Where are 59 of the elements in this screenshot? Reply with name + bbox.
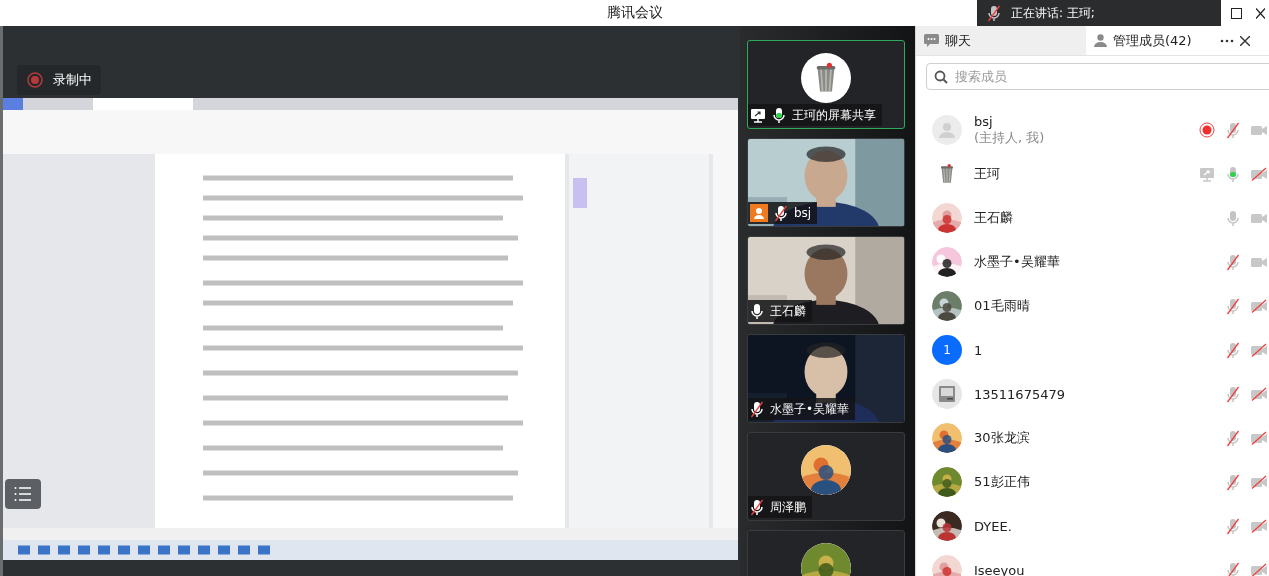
recording-label: 录制中 <box>53 71 92 89</box>
member-row[interactable]: 王珂 <box>916 152 1269 196</box>
member-row[interactable]: 13511675479 <box>916 372 1269 416</box>
maximize-icon[interactable] <box>1231 7 1242 19</box>
search-field[interactable]: 搜索成员 <box>926 63 1269 90</box>
camera-icon[interactable] <box>1250 563 1268 576</box>
video-tile[interactable]: 王石麟 <box>747 236 905 325</box>
avatar: 1 <box>932 335 962 365</box>
member-name: bsj <box>974 113 994 129</box>
member-name: 1 <box>974 342 984 358</box>
participant-name: 王珂的屏幕共享 <box>792 106 876 124</box>
microphone-icon[interactable] <box>750 498 764 516</box>
microphone-icon[interactable] <box>774 204 788 222</box>
member-name: DYEE. <box>974 518 1013 534</box>
member-name: 51彭正伟 <box>974 473 1031 491</box>
menu-icon <box>14 487 32 501</box>
camera-icon[interactable] <box>1250 519 1268 533</box>
member-row[interactable]: DYEE. <box>916 504 1269 548</box>
participant-name: bsj <box>794 206 812 220</box>
participant-name: 王石麟 <box>770 302 806 320</box>
camera-icon[interactable] <box>1250 475 1268 489</box>
camera-icon[interactable] <box>1250 431 1268 445</box>
participant-name: 水墨子•吴耀華 <box>770 400 850 418</box>
menu-button[interactable] <box>5 479 41 509</box>
camera-icon[interactable] <box>1250 167 1268 181</box>
chat-icon <box>924 34 939 47</box>
camera-icon[interactable] <box>1250 343 1268 357</box>
member-name: 王石麟 <box>974 209 1014 227</box>
camera-icon[interactable] <box>1250 299 1268 313</box>
member-name: 01毛雨晴 <box>974 297 1031 315</box>
close-icon[interactable] <box>1256 7 1265 19</box>
member-row[interactable]: 01毛雨晴 <box>916 284 1269 328</box>
more-icon[interactable] <box>1220 38 1234 43</box>
microphone-icon[interactable] <box>750 400 764 418</box>
participant-name: 周泽鹏 <box>770 498 806 516</box>
member-row[interactable]: 51彭正伟 <box>916 460 1269 504</box>
microphone-icon[interactable] <box>987 4 1001 22</box>
video-tile[interactable]: 王珂的屏幕共享 <box>747 40 905 129</box>
camera-icon[interactable] <box>1250 387 1268 401</box>
member-role: (主持人, 我) <box>974 129 1046 147</box>
window-title: 腾讯会议 <box>606 4 663 22</box>
member-name: 水墨子•吴耀華 <box>974 253 1061 271</box>
video-tile[interactable]: 周泽鹏 <box>747 432 905 521</box>
search-icon <box>934 70 948 84</box>
microphone-icon[interactable] <box>772 106 786 124</box>
member-row[interactable]: 1 1 <box>916 328 1269 372</box>
member-name: 王珂 <box>974 165 1001 183</box>
recording-indicator[interactable]: 录制中 <box>17 65 101 95</box>
microphone-icon[interactable] <box>750 302 764 320</box>
record-icon <box>27 72 43 88</box>
tab[interactable]: 聊天 <box>916 26 1086 55</box>
member-name: 30张龙滨 <box>974 429 1031 447</box>
speaking-text: 正在讲话: 王珂; <box>1011 4 1095 22</box>
video-tile[interactable]: bsj <box>747 138 905 227</box>
person-icon <box>1094 34 1107 47</box>
member-row[interactable]: 30张龙滨 <box>916 416 1269 460</box>
close-icon[interactable] <box>1240 35 1250 46</box>
video-tile[interactable]: 水墨子•吴耀華 <box>747 334 905 423</box>
member-name: 13511675479 <box>974 386 1066 402</box>
